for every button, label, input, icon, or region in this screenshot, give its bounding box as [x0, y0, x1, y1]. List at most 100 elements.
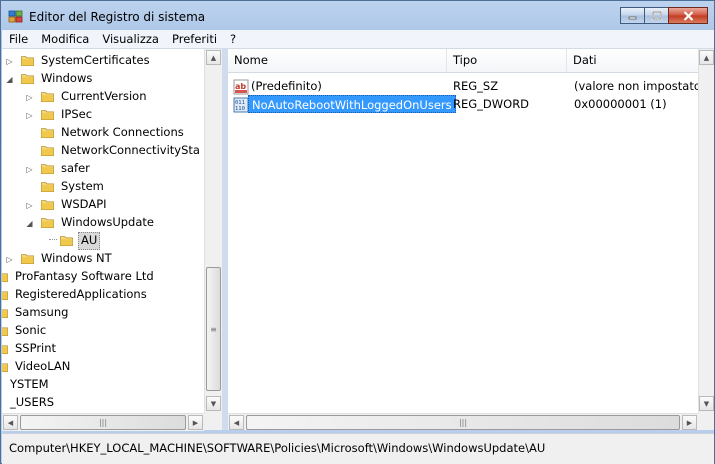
- menu-favorites[interactable]: Preferiti: [165, 32, 223, 46]
- tree-item[interactable]: VideoLAN: [2, 358, 205, 376]
- minimize-button[interactable]: [620, 7, 645, 24]
- values-list[interactable]: Nome Tipo Dati ab (Predefinito) REG_SZ (…: [228, 49, 714, 430]
- tree-item-label: WSDAPI: [61, 197, 107, 211]
- folder-icon: [41, 182, 54, 193]
- folder-icon: [2, 363, 8, 373]
- open-folder-icon: [60, 236, 73, 247]
- folder-icon: [2, 291, 8, 301]
- collapse-icon[interactable]: ◢: [25, 219, 34, 228]
- menu-help[interactable]: ?: [223, 32, 242, 46]
- maximize-button[interactable]: [644, 7, 669, 24]
- tree-item-label: AU: [78, 232, 101, 250]
- collapse-icon[interactable]: ◢: [5, 75, 14, 84]
- tree-vertical-scrollbar[interactable]: ▲ ≡ ▼: [204, 49, 222, 414]
- close-button[interactable]: [668, 7, 708, 24]
- tree-item[interactable]: ProFantasy Software Ltd: [2, 268, 205, 286]
- column-header-data[interactable]: Dati: [567, 49, 698, 72]
- expand-icon[interactable]: ▷: [25, 111, 34, 120]
- expand-icon[interactable]: ▷: [5, 57, 14, 66]
- maximize-icon: [651, 11, 662, 20]
- expand-icon[interactable]: ▷: [25, 93, 34, 102]
- menu-edit[interactable]: Modifica: [34, 32, 95, 46]
- list-header: Nome Tipo Dati: [228, 49, 698, 73]
- tree-item[interactable]: Samsung: [2, 304, 205, 322]
- value-data: (valore non impostato): [574, 79, 706, 93]
- tree-item[interactable]: AU: [2, 232, 205, 250]
- scroll-thumb[interactable]: |||: [20, 415, 186, 430]
- scroll-corner: [204, 413, 222, 430]
- scroll-down-button[interactable]: ▼: [699, 396, 714, 411]
- scroll-thumb[interactable]: ≡: [206, 267, 221, 391]
- tree-item[interactable]: SSPrint: [2, 340, 205, 358]
- tree-item[interactable]: ▷ WSDAPI: [2, 196, 205, 214]
- tree-item-label: System: [61, 179, 104, 193]
- list-row[interactable]: ab (Predefinito) REG_SZ (valore non impo…: [228, 77, 705, 95]
- tree-item[interactable]: ▷ IPSec: [2, 106, 205, 124]
- tree-item-label: Windows NT: [41, 251, 112, 265]
- tree-item[interactable]: ▷ safer: [2, 160, 205, 178]
- tree-item-label: NetworkConnectivitySta: [61, 143, 200, 157]
- tree-item[interactable]: Sonic: [2, 322, 205, 340]
- tree-item[interactable]: YSTEM: [2, 376, 205, 394]
- scroll-thumb[interactable]: |||: [246, 415, 680, 430]
- folder-icon: [21, 74, 34, 85]
- value-name: (Predefinito): [251, 79, 322, 93]
- list-vertical-scrollbar[interactable]: ▲ ▼: [698, 49, 714, 413]
- scroll-corner: [698, 413, 714, 430]
- tree-item[interactable]: ◢ WindowsUpdate: [2, 214, 205, 232]
- tree-item[interactable]: _USERS: [2, 394, 205, 412]
- column-header-name[interactable]: Nome: [228, 49, 447, 72]
- folder-icon: [2, 327, 8, 337]
- scroll-left-button[interactable]: ◀: [3, 415, 18, 430]
- folder-icon: [41, 200, 54, 211]
- scroll-down-button[interactable]: ▼: [206, 396, 221, 411]
- tree-item-label: Network Connections: [61, 125, 184, 139]
- folder-icon: [41, 92, 54, 103]
- value-type: REG_SZ: [453, 79, 499, 93]
- tree-item-label: Sonic: [15, 323, 47, 337]
- tree-item-label: _USERS: [10, 395, 55, 409]
- tree-item-label: VideoLAN: [15, 359, 71, 373]
- tree-item[interactable]: ▷ Windows NT: [2, 250, 205, 268]
- string-value-icon: ab: [233, 79, 249, 95]
- registry-key-tree[interactable]: ▷ SystemCertificates ◢ Windows ▷ CurrentVersi…: [2, 49, 223, 430]
- tree-item[interactable]: ▷ SystemCertificates: [2, 52, 205, 70]
- window-title: Editor del Registro di sistema: [29, 10, 206, 24]
- folder-icon: [21, 56, 34, 67]
- window-controls: [620, 7, 708, 25]
- title-bar[interactable]: Editor del Registro di sistema: [1, 1, 714, 31]
- tree-item[interactable]: ◢ Windows: [2, 70, 205, 88]
- tree-item-label: Windows: [41, 71, 93, 85]
- tree-horizontal-scrollbar[interactable]: ◀ ||| ▶: [2, 413, 204, 431]
- column-header-type[interactable]: Tipo: [447, 49, 567, 72]
- folder-icon: [41, 110, 54, 121]
- folder-icon: [2, 273, 8, 283]
- expand-icon[interactable]: ▷: [25, 165, 34, 174]
- menu-file[interactable]: File: [2, 32, 34, 46]
- list-horizontal-scrollbar[interactable]: ◀ ||| ▶: [228, 413, 698, 430]
- menu-view[interactable]: Visualizza: [95, 32, 165, 46]
- tree-item-label: Samsung: [15, 305, 69, 319]
- status-bar: Computer\HKEY_LOCAL_MACHINE\SOFTWARE\Pol…: [2, 433, 714, 464]
- tree-item-label: SSPrint: [15, 341, 57, 355]
- scroll-right-button[interactable]: ▶: [682, 415, 697, 430]
- tree-item[interactable]: ▷ CurrentVersion: [2, 88, 205, 106]
- svg-text:ab: ab: [235, 82, 246, 91]
- tree-item[interactable]: RegisteredApplications: [2, 286, 205, 304]
- scroll-left-button[interactable]: ◀: [229, 415, 244, 430]
- registry-editor-window: Editor del Registro di sistema File Modi…: [0, 0, 715, 464]
- tree-item[interactable]: NetworkConnectivitySta: [2, 142, 205, 160]
- scroll-up-button[interactable]: ▲: [206, 50, 221, 65]
- list-row[interactable]: 011 110 NoAutoRebootWithLoggedOnUsers RE…: [228, 95, 698, 113]
- folder-icon: [41, 146, 54, 157]
- scroll-up-button[interactable]: ▲: [699, 50, 714, 65]
- expand-icon[interactable]: ▷: [5, 255, 14, 264]
- svg-text:110: 110: [235, 106, 245, 112]
- tree-item-label: ProFantasy Software Ltd: [15, 269, 154, 283]
- tree-item[interactable]: System: [2, 178, 205, 196]
- expand-icon[interactable]: ▷: [25, 201, 34, 210]
- folder-icon: [2, 345, 8, 355]
- folder-icon: [41, 218, 54, 229]
- scroll-right-button[interactable]: ▶: [188, 415, 203, 430]
- tree-item[interactable]: Network Connections: [2, 124, 205, 142]
